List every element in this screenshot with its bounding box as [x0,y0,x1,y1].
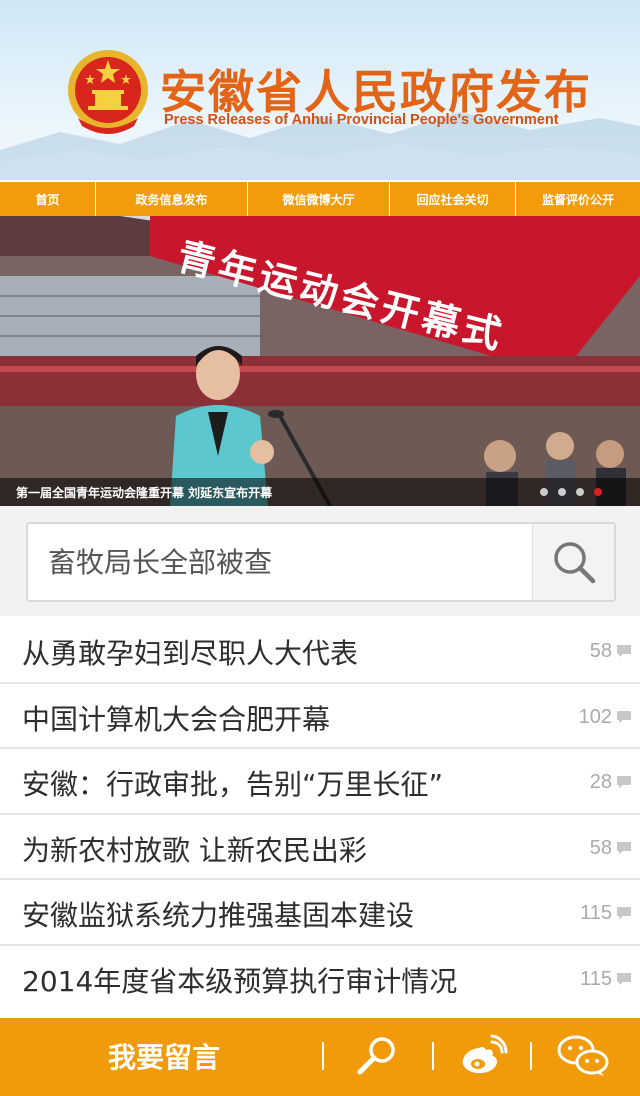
toolbar-divider [322,1042,324,1070]
search-icon[interactable] [354,1034,402,1078]
news-title[interactable]: 安徽监狱系统力推强基固本建设 [22,894,414,934]
banner-image[interactable]: 青年运动会开幕式 [0,216,640,506]
comment-count: 58 [589,836,612,859]
news-title[interactable]: 为新农村放歌 让新农民出彩 [22,829,367,869]
news-item[interactable]: 从勇敢孕妇到尽职人大代表 58 [0,618,640,684]
news-item[interactable]: 安徽监狱系统力推强基固本建设 115 [0,880,640,946]
wechat-icon[interactable] [556,1034,610,1078]
header: 安徽省人民政府发布 Press Releases of Anhui Provin… [0,0,640,180]
banner-photo: 青年运动会开幕式 [0,216,640,506]
comment-count: 115 [580,902,612,924]
slide-indicator [540,488,602,496]
bottom-toolbar [0,1018,640,1096]
news-item[interactable]: 安徽：行政审批，告别“万里长征” 28 [0,749,640,815]
search-icon [553,542,595,584]
comment-count: 115 [580,967,612,990]
news-title[interactable]: 2014年度省本级预算执行审计情况 [22,960,457,1000]
nav-item-gov-info[interactable]: 政务信息发布 [96,182,248,216]
banner-caption[interactable]: 第一届全国青年运动会隆重开幕 刘延东宣布开幕 [16,484,272,501]
news-item[interactable]: 中国计算机大会合肥开幕 102 [0,683,640,749]
leave-message-button[interactable]: 我要留言 [108,1036,220,1076]
comment-icon [617,972,631,985]
news-title[interactable]: 安徽：行政审批，告别“万里长征” [22,763,443,803]
search-button[interactable] [532,524,614,600]
news-item[interactable]: 2014年度省本级预算执行审计情况 115 [0,945,640,1011]
site-subtitle: Press Releases of Anhui Provincial Peopl… [164,112,559,128]
comment-count: 102 [578,705,612,728]
nav-item-social-concern[interactable]: 回应社会关切 [390,182,516,216]
nav-item-supervision[interactable]: 监督评价公开 [516,182,640,216]
comment-count: 28 [589,771,612,793]
nav-item-home[interactable]: 首页 [0,182,96,216]
toolbar-divider [432,1042,434,1070]
comment-icon [617,710,631,723]
comment-count: 58 [589,640,612,662]
comment-icon [617,841,631,854]
slide-dot-active[interactable] [594,488,602,496]
main-nav: 首页 政务信息发布 微信微博大厅 回应社会关切 监督评价公开 [0,180,640,216]
news-title[interactable]: 从勇敢孕妇到尽职人大代表 [22,632,358,672]
search-input[interactable] [28,524,528,600]
slide-dot[interactable] [540,488,548,496]
news-title[interactable]: 中国计算机大会合肥开幕 [22,698,330,738]
comment-icon [617,776,631,788]
national-emblem-icon [68,50,148,134]
weibo-icon[interactable] [458,1034,508,1078]
slide-dot[interactable] [558,488,566,496]
nav-item-wechat-weibo[interactable]: 微信微博大厅 [248,182,390,216]
comment-icon [617,645,631,657]
comment-icon [617,907,631,919]
slide-dot[interactable] [576,488,584,496]
toolbar-divider [530,1042,532,1070]
news-item[interactable]: 为新农村放歌 让新农民出彩 58 [0,814,640,880]
news-list: 从勇敢孕妇到尽职人大代表 58 中国计算机大会合肥开幕 102 安徽：行政审批，… [0,618,640,1011]
